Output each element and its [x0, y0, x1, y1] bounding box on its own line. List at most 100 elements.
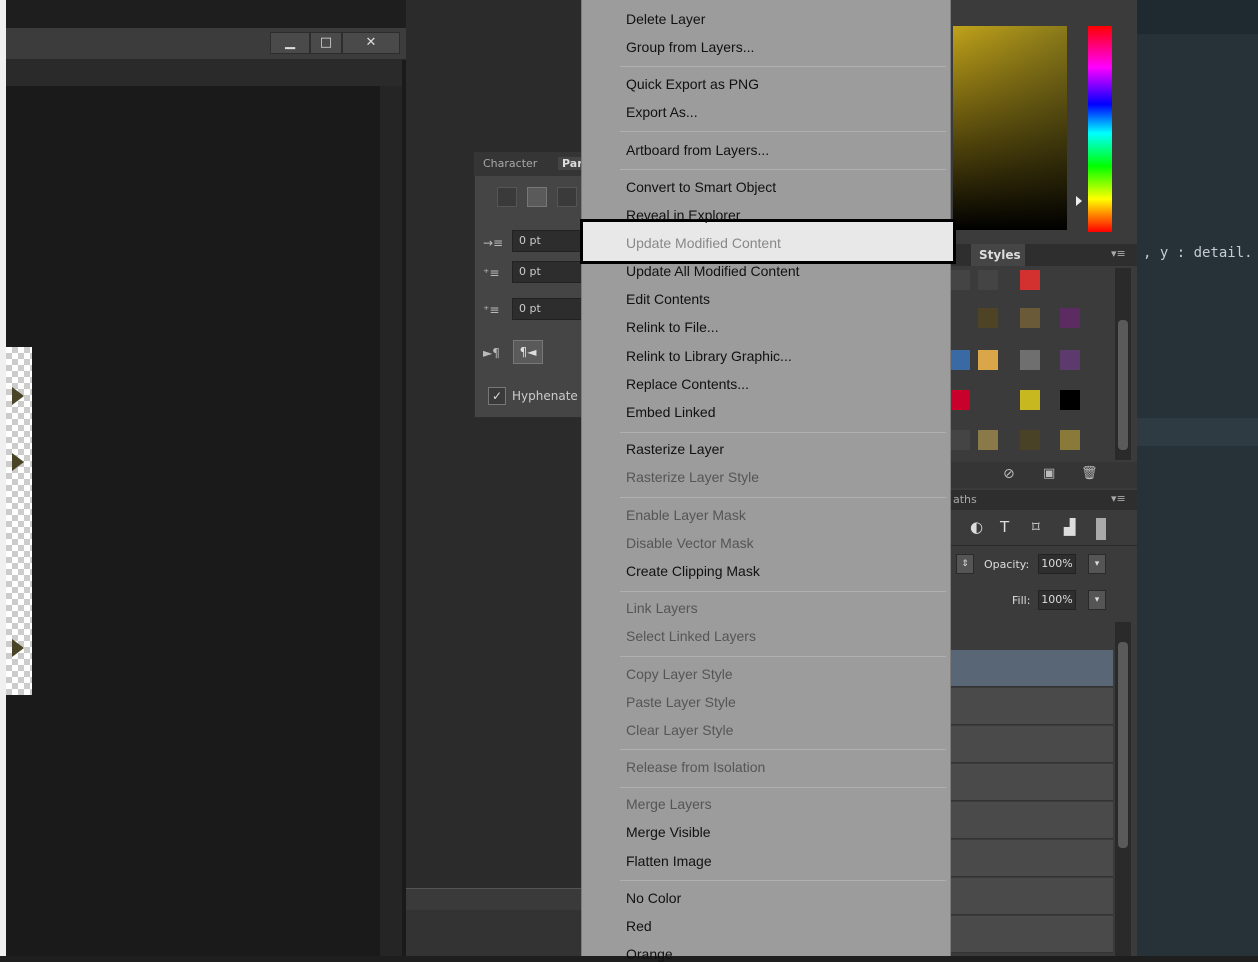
menu-item-link-layers: Link Layers: [626, 600, 698, 616]
menu-separator: [620, 432, 946, 433]
layer-row[interactable]: [951, 878, 1113, 915]
blend-mode-dropdown[interactable]: ⇕: [956, 554, 974, 574]
style-swatch[interactable]: [1020, 308, 1040, 328]
layer-row-selected[interactable]: [951, 650, 1113, 687]
style-swatch[interactable]: [1020, 270, 1040, 290]
code-line[interactable]: , y : detail.: [1143, 245, 1253, 261]
style-swatch[interactable]: [950, 308, 970, 328]
no-style-icon[interactable]: ⊘: [1003, 466, 1015, 482]
menu-item-create-clipping-mask[interactable]: Create Clipping Mask: [626, 563, 760, 579]
menu-item-embed-linked[interactable]: Embed Linked: [626, 404, 716, 420]
align-right-icon[interactable]: [557, 187, 577, 207]
menu-item-edit-contents[interactable]: Edit Contents: [626, 291, 710, 307]
style-swatch[interactable]: [978, 430, 998, 450]
style-swatch[interactable]: [1060, 430, 1080, 450]
fill-input[interactable]: 100%: [1038, 590, 1076, 610]
style-swatch[interactable]: [1060, 390, 1080, 410]
document-titlebar[interactable]: ▁ □ ✕: [6, 28, 406, 60]
menu-item-replace-contents[interactable]: Replace Contents...: [626, 376, 749, 392]
menu-item-orange[interactable]: Orange: [626, 946, 673, 962]
menu-separator: [620, 66, 946, 67]
editor-topbar: [1137, 0, 1258, 34]
style-swatch[interactable]: [950, 390, 970, 410]
document-window: [6, 28, 406, 956]
menu-item-select-linked-layers: Select Linked Layers: [626, 628, 756, 644]
menu-item-quick-export-as-png[interactable]: Quick Export as PNG: [626, 76, 759, 92]
opacity-dropdown[interactable]: ▾: [1088, 554, 1106, 574]
align-center-icon[interactable]: [527, 187, 547, 207]
layer-row[interactable]: [951, 916, 1113, 953]
layer-row[interactable]: [951, 802, 1113, 839]
style-swatch[interactable]: [1020, 430, 1040, 450]
style-swatch[interactable]: [978, 270, 998, 290]
layer-row[interactable]: [951, 764, 1113, 801]
style-swatch[interactable]: [978, 308, 998, 328]
align-left-icon[interactable]: [497, 187, 517, 207]
layer-row[interactable]: [951, 726, 1113, 763]
new-style-icon[interactable]: ▣: [1043, 466, 1055, 481]
space-before-field[interactable]: 0 pt: [512, 298, 582, 320]
first-line-indent-icon: ⁺≡: [483, 266, 500, 280]
menu-item-disable-vector-mask: Disable Vector Mask: [626, 535, 754, 551]
hue-slider[interactable]: [1088, 26, 1112, 232]
layers-scroll-thumb[interactable]: [1118, 642, 1128, 848]
menu-item-artboard-from-layers[interactable]: Artboard from Layers...: [626, 142, 769, 158]
styles-scroll-thumb[interactable]: [1118, 320, 1128, 450]
menu-item-enable-layer-mask: Enable Layer Mask: [626, 507, 746, 523]
shape-filter-icon[interactable]: ⌑: [1032, 518, 1040, 536]
space-before-icon: ⁺≡: [483, 303, 500, 317]
menu-item-group-from-layers[interactable]: Group from Layers...: [626, 39, 754, 55]
adjustment-filter-icon[interactable]: ◐: [970, 518, 983, 536]
menu-item-relink-to-file[interactable]: Relink to File...: [626, 319, 719, 335]
style-swatch[interactable]: [1060, 350, 1080, 370]
indent-left-field[interactable]: 0 pt: [512, 230, 582, 252]
style-swatch[interactable]: [978, 350, 998, 370]
tab-styles[interactable]: Styles: [971, 244, 1025, 266]
color-picker-field[interactable]: [953, 26, 1067, 230]
panel-menu-icon[interactable]: ▾≡: [1111, 492, 1126, 505]
minimize-button[interactable]: ▁: [270, 32, 310, 54]
rtl-direction-icon[interactable]: ¶◄: [513, 340, 543, 364]
maximize-button[interactable]: □: [310, 32, 342, 54]
tab-character[interactable]: Character: [483, 157, 537, 170]
layer-row[interactable]: [951, 840, 1113, 877]
document-scrollbar[interactable]: [380, 86, 402, 956]
type-filter-icon[interactable]: T: [1000, 518, 1009, 536]
style-swatch[interactable]: [1060, 308, 1080, 328]
close-button[interactable]: ✕: [342, 32, 400, 54]
menu-item-flatten-image[interactable]: Flatten Image: [626, 853, 712, 869]
style-swatch[interactable]: [1060, 270, 1080, 290]
layer-row[interactable]: [951, 688, 1113, 725]
menu-item-no-color[interactable]: No Color: [626, 890, 681, 906]
first-line-indent-field[interactable]: 0 pt: [512, 261, 582, 283]
layers-scrollbar[interactable]: [1115, 622, 1131, 956]
style-swatch[interactable]: [950, 350, 970, 370]
smart-object-filter-icon[interactable]: ▟: [1064, 518, 1076, 536]
style-swatch[interactable]: [978, 390, 998, 410]
style-swatch[interactable]: [1020, 390, 1040, 410]
menu-item-rasterize-layer[interactable]: Rasterize Layer: [626, 441, 724, 457]
canvas-image[interactable]: [6, 347, 32, 695]
style-swatch[interactable]: [950, 430, 970, 450]
ltr-direction-icon[interactable]: ►¶: [483, 346, 500, 360]
style-swatch[interactable]: [1020, 350, 1040, 370]
tab-paths[interactable]: aths: [953, 493, 977, 506]
styles-panel-tabs: Styles ▾≡: [951, 244, 1137, 266]
menu-item-reveal-in-explorer[interactable]: Reveal in Explorer: [626, 207, 740, 223]
hyphenate-checkbox[interactable]: ✓: [488, 387, 506, 405]
menu-item-convert-to-smart-object[interactable]: Convert to Smart Object: [626, 179, 776, 195]
styles-scrollbar[interactable]: [1115, 268, 1131, 460]
opacity-input[interactable]: 100%: [1038, 554, 1076, 574]
menu-item-merge-visible[interactable]: Merge Visible: [626, 824, 711, 840]
filter-toggle[interactable]: [1096, 518, 1106, 540]
panel-menu-icon[interactable]: ▾≡: [1111, 247, 1126, 260]
style-swatch[interactable]: [950, 270, 970, 290]
trash-icon[interactable]: 🗑: [1081, 466, 1098, 481]
fill-dropdown[interactable]: ▾: [1088, 590, 1106, 610]
paragraph-panel-tabs: Character Par: [474, 152, 587, 176]
menu-item-delete-layer[interactable]: Delete Layer: [626, 11, 705, 27]
menu-item-update-all-modified-content[interactable]: Update All Modified Content: [626, 263, 800, 279]
menu-item-export-as[interactable]: Export As...: [626, 104, 698, 120]
menu-item-red[interactable]: Red: [626, 918, 652, 934]
menu-item-relink-to-library-graphic[interactable]: Relink to Library Graphic...: [626, 348, 792, 364]
